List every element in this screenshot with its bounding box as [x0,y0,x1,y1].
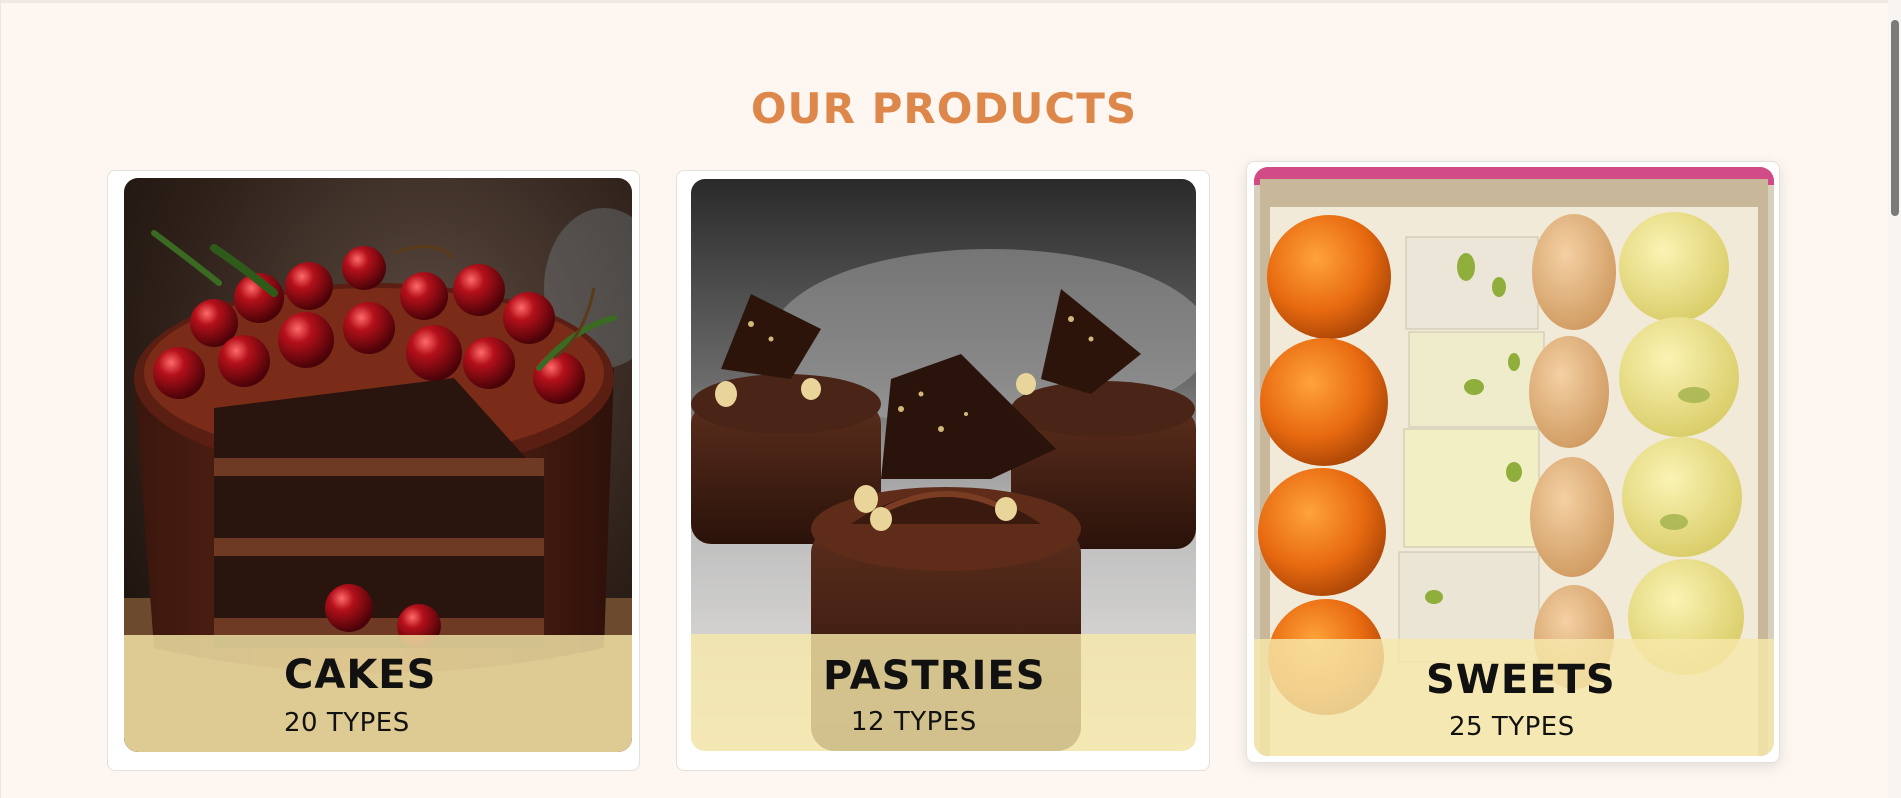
cakes-title: CAKES [284,652,437,698]
section-title: OUR PRODUCTS [750,84,1138,133]
scrollbar-thumb[interactable] [1891,20,1899,216]
top-divider [0,0,1888,3]
product-card-pastries[interactable]: PASTRIES 12 TYPES [676,170,1210,771]
sweets-count: 25 TYPES [1449,712,1575,742]
pastries-count: 12 TYPES [851,707,977,737]
page: OUR PRODUCTS CAKES 20 TYPES PASTRIES 12 … [0,0,1901,798]
product-card-sweets[interactable]: SWEETS 25 TYPES [1246,161,1780,763]
pastries-title: PASTRIES [823,653,1046,699]
product-card-cakes[interactable]: CAKES 20 TYPES [107,170,640,771]
cakes-count: 20 TYPES [284,708,410,738]
pastries-image-frame[interactable]: PASTRIES 12 TYPES [691,179,1196,751]
sweets-image-frame[interactable]: SWEETS 25 TYPES [1254,167,1774,756]
cake-image[interactable]: CAKES 20 TYPES [124,178,632,752]
sweets-title: SWEETS [1426,657,1616,703]
